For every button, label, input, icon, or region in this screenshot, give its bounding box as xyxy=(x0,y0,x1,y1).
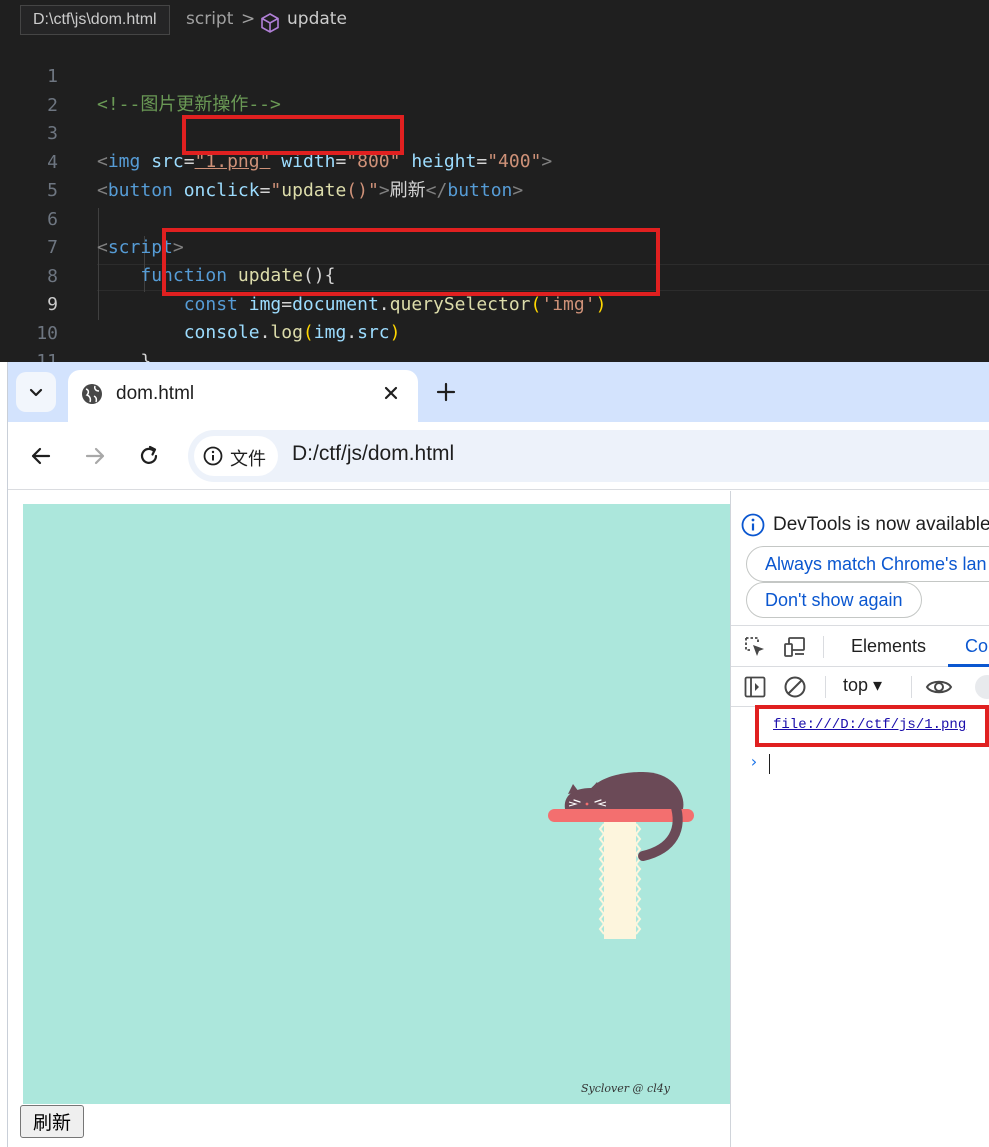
dont-show-again-button[interactable]: Don't show again xyxy=(746,582,922,618)
line-number: 11 xyxy=(36,351,58,362)
tab-strip: dom.html xyxy=(8,362,989,422)
token: } xyxy=(140,351,152,362)
symbol-method-icon xyxy=(261,13,279,33)
tab-title: dom.html xyxy=(116,383,195,404)
tab-search-button[interactable] xyxy=(16,372,56,412)
reload-icon[interactable] xyxy=(136,443,162,469)
back-arrow-icon[interactable] xyxy=(28,443,54,469)
device-toolbar-icon[interactable] xyxy=(783,635,807,659)
info-icon xyxy=(203,446,223,466)
breadcrumb-separator: > xyxy=(241,9,256,29)
url-text[interactable]: D:/ctf/js/dom.html xyxy=(292,442,454,466)
image-watermark: Syclover @ cl4y xyxy=(581,1082,670,1095)
live-expression-eye-icon[interactable] xyxy=(925,675,953,699)
devtools-tab-bar: Elements Co xyxy=(731,625,989,667)
console-prompt-icon: › xyxy=(749,752,759,771)
console-input-caret[interactable] xyxy=(769,754,770,774)
context-selector[interactable]: top ▾ xyxy=(843,675,882,696)
devtools-panel: DevTools is now available Always match C… xyxy=(730,491,989,1147)
code-line-11[interactable]: 11 </script> xyxy=(0,320,989,362)
separator xyxy=(911,676,912,698)
always-match-language-button[interactable]: Always match Chrome's lan xyxy=(746,546,989,582)
inspect-element-icon[interactable] xyxy=(743,635,767,659)
globe-icon xyxy=(82,384,102,404)
highlight-box-function-body xyxy=(162,228,660,296)
sidebar-toggle-icon[interactable] xyxy=(743,675,767,699)
tab-dom-html[interactable]: dom.html xyxy=(68,370,418,422)
browser-toolbar: 文件 D:/ctf/js/dom.html xyxy=(8,422,989,490)
devtools-notice: DevTools is now available xyxy=(741,513,989,537)
code-line-6[interactable]: 6 <script> xyxy=(0,178,989,258)
site-info-label: 文件 xyxy=(230,449,266,470)
code-line-1[interactable]: 1 <!--图片更新操作--> xyxy=(0,35,989,115)
separator xyxy=(825,676,826,698)
code-line-2[interactable]: 2 xyxy=(0,64,989,116)
address-bar[interactable]: 文件 D:/ctf/js/dom.html xyxy=(188,430,989,482)
site-info-chip[interactable]: 文件 xyxy=(194,436,278,476)
chevron-down-icon xyxy=(29,388,43,397)
page-viewport: Syclover @ cl4y 刷新 xyxy=(8,491,730,1147)
new-tab-icon[interactable] xyxy=(433,379,459,405)
refresh-button[interactable]: 刷新 xyxy=(20,1105,84,1138)
highlight-box-console-output xyxy=(755,705,989,747)
console-toolbar: top ▾ xyxy=(731,667,989,707)
code-line-5[interactable]: 5 xyxy=(0,149,989,201)
cat-illustration xyxy=(548,772,694,939)
highlight-box-onclick xyxy=(182,115,404,155)
breadcrumb-update[interactable]: update xyxy=(287,9,347,29)
devtools-notice-text: DevTools is now available xyxy=(773,514,989,536)
breadcrumb-script[interactable]: script xyxy=(186,9,233,29)
code-line-3[interactable]: 3 <img src="1.png" width="800" height="4… xyxy=(0,92,989,172)
code-line-4[interactable]: 4 <button onclick="update()">刷新</button> xyxy=(0,121,989,201)
code-line-10[interactable]: 10 } xyxy=(0,292,989,362)
file-path-tooltip: D:\ctf\js\dom.html xyxy=(20,5,170,35)
tab-elements[interactable]: Elements xyxy=(851,636,926,657)
code-editor[interactable]: script > update D:\ctf\js\dom.html 1 <!-… xyxy=(0,0,989,362)
browser-window: dom.html 文件 D:/ctf/js/dom.html Syclover … xyxy=(7,362,989,1147)
clear-console-icon[interactable] xyxy=(783,675,807,699)
forward-arrow-icon[interactable] xyxy=(82,443,108,469)
info-icon xyxy=(741,513,765,537)
page-image: Syclover @ cl4y xyxy=(23,504,730,1104)
separator xyxy=(823,636,824,658)
tab-console[interactable]: Co xyxy=(965,636,988,657)
close-icon[interactable] xyxy=(380,382,402,404)
filter-field[interactable] xyxy=(975,675,989,699)
